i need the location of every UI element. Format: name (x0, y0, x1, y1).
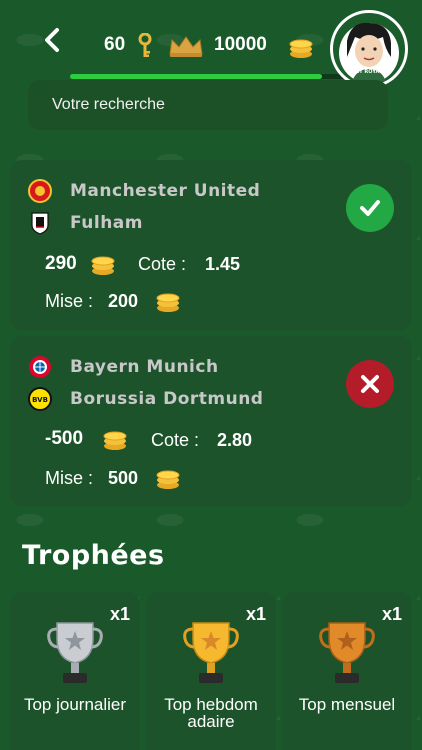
home-team-name: Bayern Munich (70, 357, 219, 377)
cote-label: Cote : (138, 254, 187, 274)
away-team-name: Borussia Dortmund (70, 389, 264, 409)
cote-label: Cote : (151, 430, 200, 450)
key-icon (138, 33, 152, 57)
coins-icon (156, 470, 180, 489)
bronze-trophy-icon (319, 622, 375, 683)
trophy-card-daily[interactable]: x1 Top journalier (10, 592, 140, 750)
keys-count: 60 (104, 34, 126, 55)
coins-count: 10000 (214, 34, 267, 55)
win-badge (346, 184, 394, 232)
trophy-label: Top mensuel (298, 695, 396, 714)
bet-card[interactable]: Bayern Munich BVB Borussia Dortmund -500… (10, 336, 412, 506)
trophy-card-weekly[interactable]: x1 Top hebdomadaire (146, 592, 276, 750)
borussia-dortmund-logo-icon: BVB (28, 387, 52, 411)
trophy-label: Top hebdomadaire (164, 695, 258, 731)
mise-label: Mise : (45, 291, 94, 311)
mise-value: 200 (108, 291, 139, 311)
avatar-caption: BET ROYALE (352, 69, 386, 75)
mise-label: Mise : (45, 468, 94, 488)
cote-value: 1.45 (205, 254, 241, 274)
trophy-label: Top journalier (23, 695, 127, 714)
back-icon (45, 28, 59, 52)
away-team-name: Fulham (70, 213, 143, 233)
coins-icon (91, 256, 115, 275)
fulham-logo-icon (31, 212, 49, 235)
cote-value: 2.80 (217, 430, 253, 450)
bet-card[interactable]: Manchester United Fulham 290 Cote : 1.45… (10, 160, 412, 330)
coins-icon (156, 293, 180, 312)
bet-gain: 290 (45, 253, 77, 274)
manchester-united-logo-icon (28, 179, 52, 203)
coins-icon (103, 431, 127, 450)
close-icon (361, 375, 379, 393)
trophy-count: x1 (245, 604, 266, 624)
search-input[interactable] (28, 80, 388, 130)
bayern-munich-logo-icon (29, 356, 51, 378)
level-progress-fill (70, 74, 322, 79)
search-bar (28, 80, 388, 130)
mise-value: 500 (108, 468, 139, 488)
trophy-count: x1 (381, 604, 402, 624)
home-team-row: Bayern Munich (28, 354, 219, 380)
away-team-row: BVB Borussia Dortmund (28, 386, 263, 412)
loss-badge (346, 360, 394, 408)
trophy-count: x1 (109, 604, 130, 624)
home-team-name: Manchester United (70, 181, 261, 201)
home-team-row: Manchester United (28, 178, 260, 204)
profile-avatar[interactable]: BET ROYALE (330, 10, 408, 88)
trophy-card-monthly[interactable]: x1 Top mensuel (282, 592, 412, 750)
svg-text:BVB: BVB (32, 396, 48, 404)
silver-trophy-icon (47, 622, 103, 683)
coins-icon (289, 39, 313, 58)
level-progress-bar (70, 74, 350, 79)
trophies-title: Trophées (22, 540, 165, 571)
top-bar: 60 10000 BET ROYALE (0, 0, 422, 90)
bet-gain: -500 (45, 428, 84, 449)
away-team-row: Fulham (28, 210, 143, 236)
crown-icon (169, 36, 203, 57)
back-button[interactable] (40, 26, 64, 54)
gold-trophy-icon (183, 622, 239, 683)
check-icon (360, 200, 380, 216)
